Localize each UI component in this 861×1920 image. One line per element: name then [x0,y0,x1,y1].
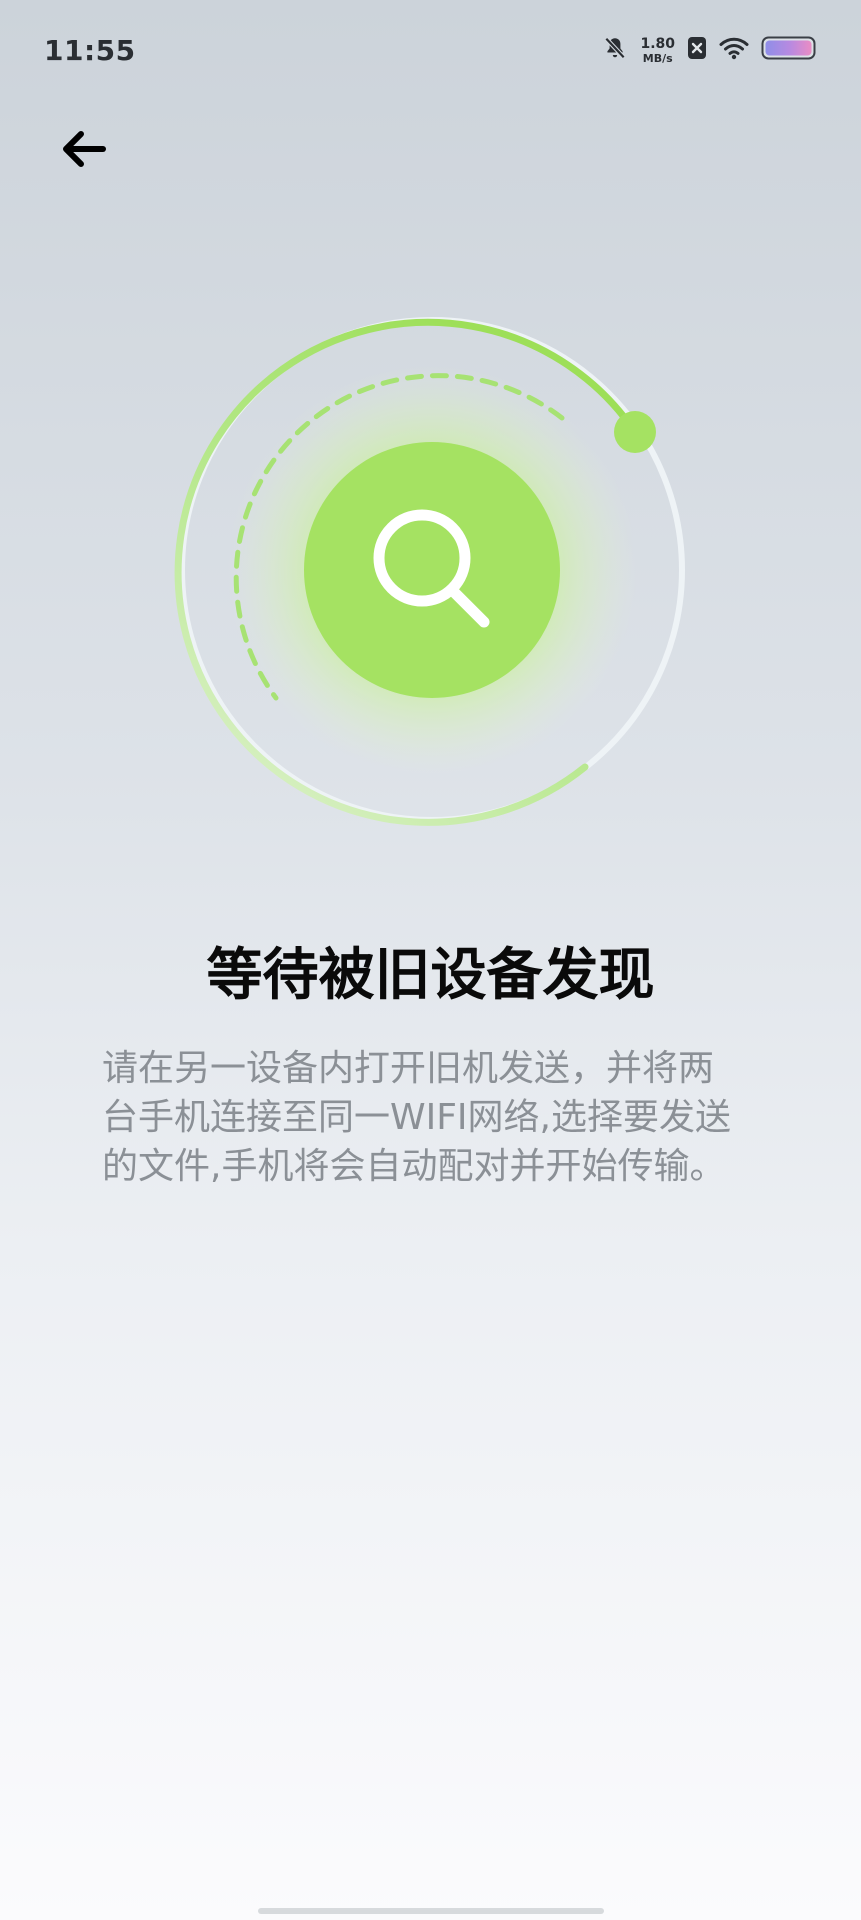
status-bar: 11:55 1.80 MB/s [0,0,861,100]
page-title: 等待被旧设备发现 [206,943,655,1008]
net-speed-unit: MB/s [642,51,673,65]
progress-knob [614,411,656,453]
status-icons: 1.80 MB/s [602,30,817,70]
center-disc [304,442,560,698]
net-speed-value: 1.80 [640,35,675,52]
scan-radar [174,317,685,826]
net-speed-indicator: 1.80 MB/s [640,37,675,64]
home-indicator[interactable] [258,1908,604,1914]
bell-muted-icon [602,35,628,65]
battery-icon [761,35,817,65]
sim-x-icon [687,36,707,64]
arrow-left-icon [59,129,107,173]
back-button[interactable] [52,120,114,182]
status-time: 11:55 [44,34,136,67]
wifi-icon [719,36,749,64]
page-description: 请在另一设备内打开旧机发送，并将两台手机连接至同一WIFI网络,选择要发送的文件… [102,1048,731,1187]
